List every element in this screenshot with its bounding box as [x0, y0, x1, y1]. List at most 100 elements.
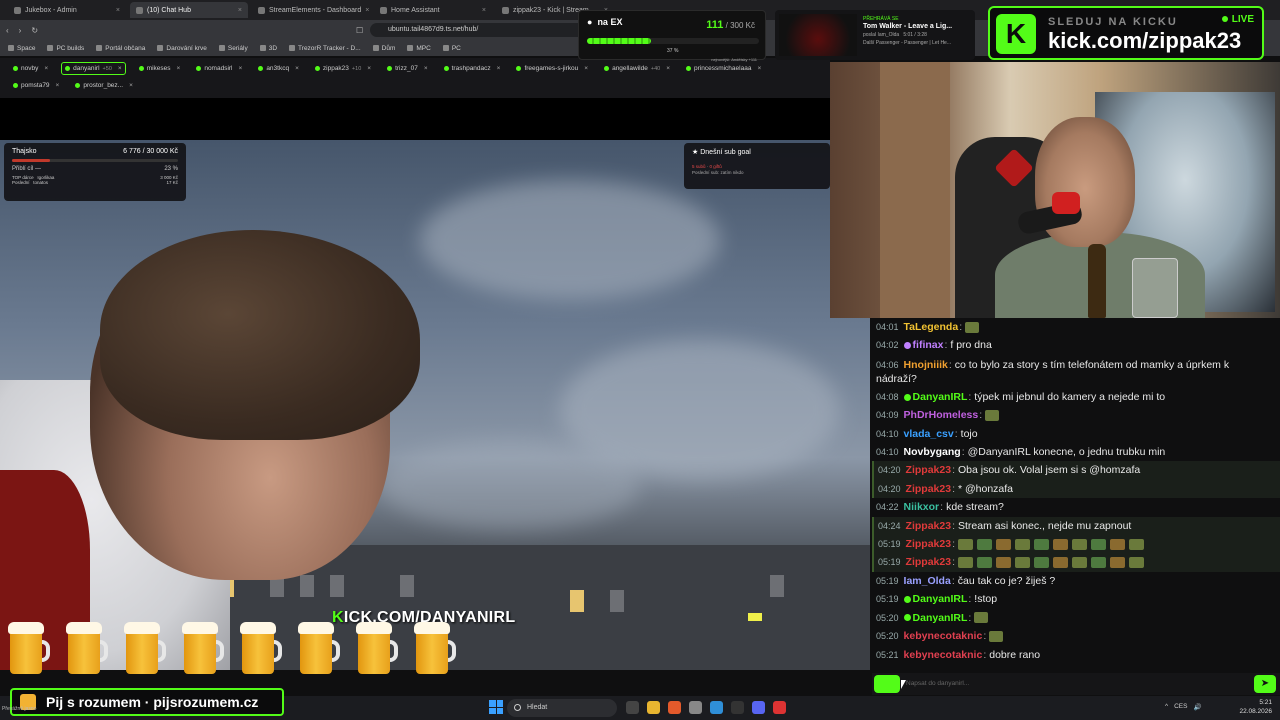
- close-icon[interactable]: ×: [177, 65, 181, 72]
- close-icon[interactable]: ×: [497, 65, 501, 72]
- chat-username[interactable]: Zippak23: [906, 464, 952, 476]
- channel-tab[interactable]: angellawilde +40 ×: [601, 62, 673, 75]
- ex-goal-title: na EX: [597, 17, 623, 27]
- taskbar-search[interactable]: Hledat: [507, 699, 617, 717]
- chat-username[interactable]: Hnojniiik: [904, 359, 948, 371]
- channel-tab[interactable]: nomadsirl ×: [193, 62, 245, 75]
- beer-mug-icon: [240, 622, 282, 674]
- browser-tab[interactable]: (10) Chat Hub ×: [130, 2, 248, 18]
- kick-follow-box: K SLEDUJ NA KICKU LIVE kick.com/zippak23: [988, 6, 1264, 60]
- close-icon[interactable]: ×: [482, 7, 486, 14]
- close-icon[interactable]: ×: [757, 65, 761, 72]
- chat-log[interactable]: 04:01 TaLegenda: 04:02 fifinax: f pro dna 04:…: [872, 318, 1280, 670]
- bookmark-item[interactable]: Seriály: [218, 45, 248, 52]
- close-icon[interactable]: ×: [129, 82, 133, 89]
- stream-video[interactable]: [0, 140, 870, 670]
- chat-username[interactable]: Novbygang: [904, 446, 961, 458]
- close-icon[interactable]: ×: [367, 65, 371, 72]
- chat-username[interactable]: Niikxor: [904, 501, 940, 513]
- send-button[interactable]: ➤: [1254, 675, 1276, 693]
- chat-username[interactable]: fifinax: [913, 339, 944, 351]
- browser-tab[interactable]: Home Assistant ×: [374, 2, 492, 18]
- channel-tab[interactable]: zippak23 +10 ×: [312, 62, 374, 75]
- badge-icon: [903, 393, 911, 401]
- channel-tab[interactable]: trizz_07 ×: [384, 62, 431, 75]
- close-icon[interactable]: ×: [424, 65, 428, 72]
- url-field[interactable]: ubuntu.tail4867d9.ts.net/hub/: [370, 23, 590, 37]
- close-icon[interactable]: ×: [116, 7, 120, 14]
- start-button[interactable]: [489, 700, 503, 714]
- live-dot-icon: [314, 66, 320, 71]
- emote-icon: [1033, 557, 1049, 569]
- vscode-icon[interactable]: [710, 701, 723, 714]
- chat-username[interactable]: Iam_Olda: [904, 575, 951, 587]
- emote-icon: [995, 538, 1011, 550]
- close-icon[interactable]: ×: [44, 65, 48, 72]
- chat-username[interactable]: Zippak23: [906, 556, 952, 568]
- bookmark-item[interactable]: 3D: [259, 45, 277, 52]
- channel-tab[interactable]: trashpandacz ×: [441, 62, 504, 75]
- channel-tab[interactable]: an3tkcq ×: [255, 62, 302, 75]
- chat-username[interactable]: PhDrHomeless: [904, 409, 979, 421]
- chat-username[interactable]: Zippak23: [906, 483, 952, 495]
- browser-tab[interactable]: Jukebox - Admin ×: [8, 2, 126, 18]
- bookmark-item[interactable]: Portál občana: [96, 45, 145, 52]
- chat-timestamp: 05:20: [876, 631, 899, 642]
- close-icon[interactable]: ×: [118, 65, 122, 72]
- discord-icon[interactable]: [752, 701, 765, 714]
- channel-tab[interactable]: mikeses ×: [136, 62, 184, 75]
- bookmark-item[interactable]: MPC: [407, 45, 431, 52]
- clock[interactable]: 5:21 22.08.2026: [1239, 698, 1272, 716]
- close-icon[interactable]: ×: [239, 65, 243, 72]
- system-tray[interactable]: ^ CES 🔊: [1165, 703, 1202, 711]
- channel-tab[interactable]: pomsta79 ×: [10, 79, 62, 92]
- store-icon[interactable]: [689, 701, 702, 714]
- chat-username[interactable]: DanyanIRL: [913, 391, 968, 403]
- video-top-band: [0, 98, 830, 140]
- chat-text: dobre rano: [989, 648, 1041, 661]
- terminal-icon[interactable]: [731, 701, 744, 714]
- emote-icon: [995, 557, 1011, 569]
- chat-username[interactable]: TaLegenda: [904, 321, 959, 333]
- close-icon[interactable]: ×: [238, 7, 242, 14]
- close-icon[interactable]: ×: [56, 82, 60, 89]
- chat-input[interactable]: Napsat do danyanirl...: [906, 677, 1246, 691]
- bookmark-item[interactable]: Dům: [372, 45, 395, 52]
- file-explorer-icon[interactable]: [647, 701, 660, 714]
- chat-username[interactable]: Zippak23: [906, 538, 952, 550]
- sub-count: 5 subů: [692, 164, 706, 169]
- channel-tab[interactable]: princessmichaelaaa ×: [683, 62, 764, 75]
- chat-username[interactable]: kebynecotaknic: [904, 630, 983, 642]
- browser-tab[interactable]: StreamElements - Dashboard ×: [252, 2, 370, 18]
- bookmark-item[interactable]: TrezorR Tracker - D...: [289, 45, 361, 52]
- chat-username[interactable]: Zippak23: [906, 520, 952, 532]
- tab-favicon-icon: [258, 6, 265, 14]
- channel-tab[interactable]: prostor_bez... ×: [72, 79, 136, 92]
- bookmark-item[interactable]: PC: [442, 45, 461, 52]
- task-view-icon[interactable]: [626, 701, 639, 714]
- channel-tab[interactable]: danyanirl +50 ×: [61, 62, 126, 75]
- close-icon[interactable]: ×: [365, 7, 369, 14]
- forward-icon[interactable]: ›: [19, 26, 22, 35]
- reload-icon[interactable]: ↻: [31, 26, 38, 35]
- obs-icon[interactable]: [773, 701, 786, 714]
- goal-progress-bar: [12, 159, 178, 162]
- channel-tab[interactable]: novby ×: [10, 62, 51, 75]
- bookmark-item[interactable]: PC builds: [47, 45, 84, 52]
- bookmark-item[interactable]: Space: [8, 45, 35, 52]
- chat-username[interactable]: DanyanIRL: [913, 612, 968, 624]
- back-icon[interactable]: ‹: [6, 26, 9, 35]
- weather-widget[interactable]: Převážně jasno: [2, 706, 36, 712]
- chat-username[interactable]: vlada_csv: [904, 428, 954, 440]
- brave-icon[interactable]: [668, 701, 681, 714]
- chat-username[interactable]: DanyanIRL: [913, 593, 968, 605]
- chat-username[interactable]: kebynecotaknic: [904, 649, 983, 661]
- emote-picker-button[interactable]: [874, 675, 900, 693]
- channel-tab[interactable]: freegames-s-jirkou ×: [513, 62, 591, 75]
- bookmark-star-icon[interactable]: ☐: [356, 26, 363, 35]
- close-icon[interactable]: ×: [666, 65, 670, 72]
- close-icon[interactable]: ×: [584, 65, 588, 72]
- live-dot-icon: [443, 66, 449, 71]
- bookmark-item[interactable]: Darování krve: [157, 45, 207, 52]
- close-icon[interactable]: ×: [295, 65, 299, 72]
